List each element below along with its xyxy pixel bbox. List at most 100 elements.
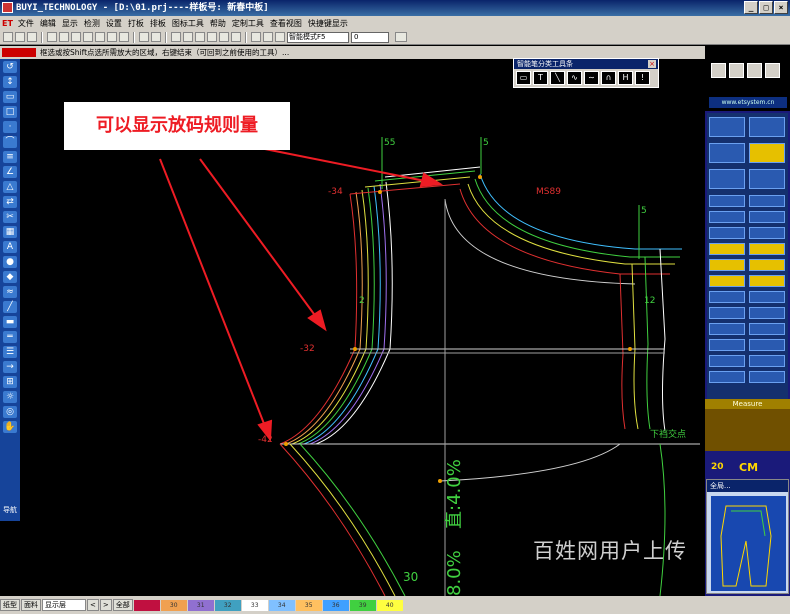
seam-icon[interactable]: ▬: [3, 316, 17, 328]
menu-check[interactable]: 检测: [81, 18, 103, 29]
zoom-all-icon[interactable]: [107, 32, 117, 42]
size-swatch[interactable]: 31: [187, 599, 214, 611]
hem-icon[interactable]: ═: [3, 331, 17, 343]
menu-layout[interactable]: 排板: [147, 18, 169, 29]
adjust-icon[interactable]: ↕: [3, 76, 17, 88]
tool-button[interactable]: [749, 169, 785, 189]
drill-icon[interactable]: ◆: [3, 271, 17, 283]
tool-button[interactable]: [749, 195, 785, 207]
line-tool-icon[interactable]: ╲: [550, 71, 565, 85]
delete-icon[interactable]: [183, 32, 193, 42]
side-nav-label[interactable]: 导航: [0, 505, 20, 515]
tool-button[interactable]: [749, 275, 785, 287]
undo-icon[interactable]: [139, 32, 149, 42]
all-button[interactable]: 全部: [112, 599, 133, 611]
menu-custom-tools[interactable]: 定制工具: [229, 18, 267, 29]
triangle-icon[interactable]: △: [3, 181, 17, 193]
hand-icon[interactable]: ✋: [3, 421, 17, 433]
measure-icon[interactable]: [231, 32, 241, 42]
tool-button[interactable]: [749, 339, 785, 351]
rect-tool-icon[interactable]: ▭: [516, 71, 531, 85]
text-icon[interactable]: A: [3, 241, 17, 253]
target-icon[interactable]: ◎: [3, 406, 17, 418]
zoom-fit-icon[interactable]: [83, 32, 93, 42]
move-icon[interactable]: [195, 32, 205, 42]
tool-button[interactable]: [709, 323, 745, 335]
apply-icon[interactable]: [395, 32, 407, 42]
settings-icon[interactable]: [263, 32, 273, 42]
curve-tool-icon[interactable]: ∿: [567, 71, 582, 85]
size-swatch[interactable]: 39: [349, 599, 376, 611]
tool-button[interactable]: [749, 143, 785, 163]
save-icon[interactable]: [27, 32, 37, 42]
mirror-icon[interactable]: ⇄: [3, 196, 17, 208]
tool-button[interactable]: [709, 169, 745, 189]
palette-icon[interactable]: [711, 63, 726, 78]
menu-help[interactable]: 帮助: [207, 18, 229, 29]
nav-next-button[interactable]: >: [99, 599, 112, 611]
tool-button[interactable]: [709, 291, 745, 303]
add-point-icon[interactable]: [219, 32, 229, 42]
size-swatch[interactable]: 35: [295, 599, 322, 611]
point-icon[interactable]: ·: [3, 121, 17, 133]
tool-button[interactable]: [749, 117, 785, 137]
arrow-icon[interactable]: [275, 32, 285, 42]
rotate-icon[interactable]: [251, 32, 261, 42]
smart-pen-icon[interactable]: ↺: [3, 61, 17, 73]
close-button[interactable]: ×: [774, 1, 788, 14]
refresh-icon[interactable]: [119, 32, 129, 42]
tool-button[interactable]: [709, 143, 745, 163]
pan-icon[interactable]: [95, 32, 105, 42]
h-tool-icon[interactable]: H: [618, 71, 633, 85]
tool-button[interactable]: [709, 227, 745, 239]
color-icon[interactable]: [729, 63, 744, 78]
tool-button[interactable]: [709, 339, 745, 351]
tool-button[interactable]: [749, 291, 785, 303]
unit-cm-button[interactable]: CM: [739, 461, 758, 474]
curve-icon[interactable]: ⌒: [3, 136, 17, 148]
grid-icon[interactable]: ▦: [3, 226, 17, 238]
menu-file[interactable]: 文件: [15, 18, 37, 29]
redo-icon[interactable]: [151, 32, 161, 42]
open-icon[interactable]: [15, 32, 25, 42]
tool-button[interactable]: [709, 355, 745, 367]
overview-preview[interactable]: 全局...: [706, 479, 789, 594]
tab-paper[interactable]: 纸型: [0, 599, 20, 611]
zoom-in-icon[interactable]: [47, 32, 57, 42]
measure-tools[interactable]: [705, 409, 790, 451]
size-swatch[interactable]: 30: [160, 599, 187, 611]
text-tool-icon[interactable]: T: [533, 71, 548, 85]
minimize-button[interactable]: _: [744, 1, 758, 14]
maximize-button[interactable]: □: [759, 1, 773, 14]
tool-button[interactable]: [749, 355, 785, 367]
transfer-icon[interactable]: →: [3, 361, 17, 373]
value-input[interactable]: 0: [351, 31, 389, 43]
tool-button[interactable]: [749, 371, 785, 383]
zoom-out-icon[interactable]: [59, 32, 69, 42]
arc-tool-icon[interactable]: ∩: [601, 71, 616, 85]
pleat-icon[interactable]: ≈: [3, 286, 17, 298]
tool-button[interactable]: [709, 307, 745, 319]
tool-button[interactable]: [709, 243, 745, 255]
new-icon[interactable]: [3, 32, 13, 42]
layer-icon[interactable]: [747, 63, 762, 78]
close-icon[interactable]: ×: [648, 60, 656, 68]
angle-icon[interactable]: ∠: [3, 166, 17, 178]
menu-view[interactable]: 显示: [59, 18, 81, 29]
cut-icon[interactable]: ✂: [3, 211, 17, 223]
tool-button[interactable]: [749, 259, 785, 271]
size-swatch[interactable]: 32: [214, 599, 241, 611]
menu-shortcuts[interactable]: 快捷键显示: [305, 18, 351, 29]
nav-prev-button[interactable]: <: [87, 599, 99, 611]
wave-tool-icon[interactable]: ∼: [584, 71, 599, 85]
menu-view-window[interactable]: 查看视图: [267, 18, 305, 29]
tab-fabric[interactable]: 面料: [21, 599, 41, 611]
line-icon[interactable]: ╱: [3, 301, 17, 313]
size-swatch[interactable]: 34: [268, 599, 295, 611]
tool-button[interactable]: [749, 307, 785, 319]
layer-icon[interactable]: ☰: [3, 346, 17, 358]
mark-tool-icon[interactable]: !: [635, 71, 650, 85]
size-swatch[interactable]: 33: [241, 599, 268, 611]
notch-icon[interactable]: ●: [3, 256, 17, 268]
menu-settings[interactable]: 设置: [103, 18, 125, 29]
